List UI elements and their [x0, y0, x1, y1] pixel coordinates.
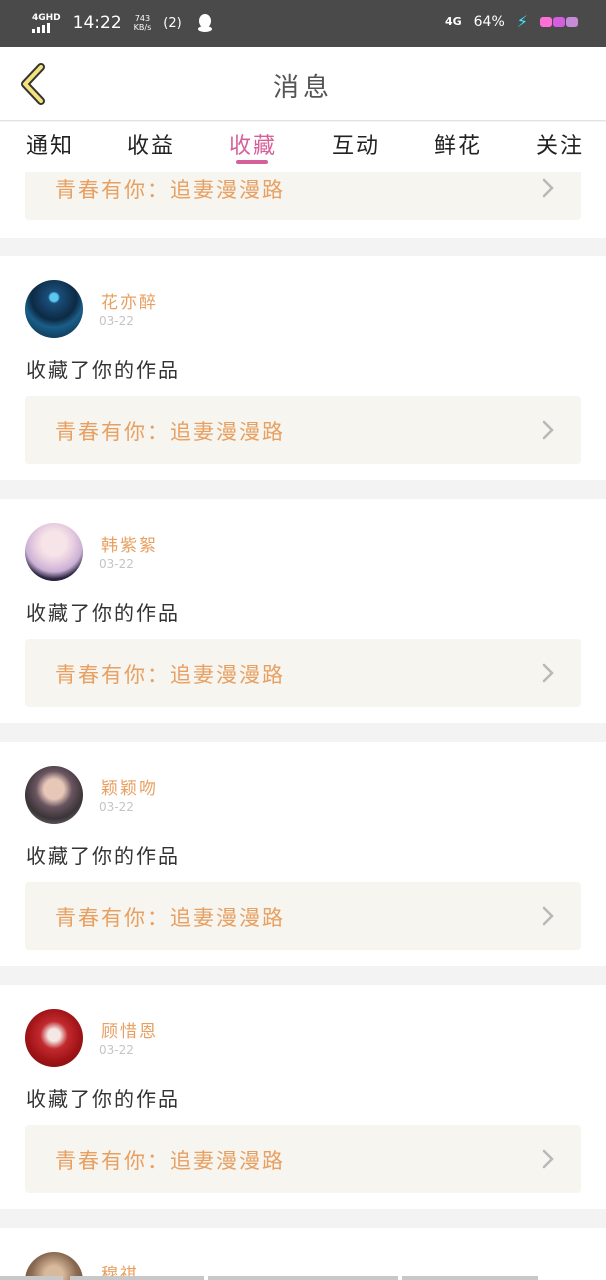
- top-app-bar: 消息: [0, 47, 606, 121]
- work-title: 青春有你：追妻漫漫路: [55, 663, 285, 687]
- work-title: 青春有你：追妻漫漫路: [55, 178, 285, 202]
- work-title: 青春有你：追妻漫漫路: [55, 1149, 285, 1173]
- action-text: 收藏了你的作品: [26, 844, 180, 868]
- nav-hint-bar: [208, 1276, 398, 1280]
- message-date: 03-22: [99, 1043, 134, 1057]
- tab-follows[interactable]: 关注: [536, 128, 584, 160]
- tab-flowers[interactable]: 鲜花: [434, 128, 482, 160]
- network-speed: 743 KB/s: [134, 14, 152, 32]
- battery-level: 64%: [473, 13, 505, 30]
- work-link[interactable]: 青春有你：追妻漫漫路: [25, 639, 581, 707]
- message-date: 03-22: [99, 557, 134, 571]
- tab-favorites[interactable]: 收藏: [229, 128, 277, 160]
- message-card: 顾惜恩 03-22 收藏了你的作品 青春有你：追妻漫漫路: [0, 985, 606, 1209]
- message-card-partial: 穆祺: [0, 1228, 606, 1280]
- action-text: 收藏了你的作品: [26, 1087, 180, 1111]
- chevron-right-icon: [542, 420, 554, 440]
- chevron-right-icon: [542, 906, 554, 926]
- avatar[interactable]: [25, 1009, 83, 1067]
- chevron-right-icon: [542, 178, 554, 198]
- message-card: 韩紫絮 03-22 收藏了你的作品 青春有你：追妻漫漫路: [0, 499, 606, 723]
- status-left: 4GHD 14:22 743 KB/s (2): [32, 12, 216, 34]
- user-name[interactable]: 顾惜恩: [101, 1017, 158, 1042]
- tab-earnings[interactable]: 收益: [127, 128, 175, 160]
- tab-interactions[interactable]: 互动: [332, 128, 380, 160]
- avatar[interactable]: [25, 766, 83, 824]
- avatar[interactable]: [25, 523, 83, 581]
- user-name[interactable]: 韩紫絮: [101, 531, 158, 556]
- user-name[interactable]: 花亦醉: [101, 288, 158, 313]
- avatar[interactable]: [25, 280, 83, 338]
- action-text: 收藏了你的作品: [26, 601, 180, 625]
- network-type: 4GHD: [32, 13, 61, 23]
- speed-value: 743: [134, 14, 151, 23]
- work-link[interactable]: 青春有你：追妻漫漫路: [25, 396, 581, 464]
- action-text: 收藏了你的作品: [26, 358, 180, 382]
- speed-unit: KB/s: [133, 23, 152, 32]
- status-right: 4G 64% ⚡: [445, 12, 578, 31]
- qq-penguin-icon: [194, 12, 216, 34]
- chevron-right-icon: [542, 1149, 554, 1169]
- message-card: 花亦醉 03-22 收藏了你的作品 青春有你：追妻漫漫路: [0, 256, 606, 480]
- theme-decoration-icon: [540, 16, 578, 27]
- nav-hint-bar: [402, 1276, 538, 1280]
- page-title: 消息: [272, 73, 333, 103]
- cell-signal: 4GHD: [32, 13, 61, 33]
- status-bar: 4GHD 14:22 743 KB/s (2) 4G 64% ⚡: [0, 0, 606, 47]
- nav-hint-bar: [70, 1276, 204, 1280]
- signal-bars-icon: [32, 23, 50, 33]
- message-date: 03-22: [99, 314, 134, 328]
- work-title: 青春有你：追妻漫漫路: [55, 906, 285, 930]
- message-card: 颖颖吻 03-22 收藏了你的作品 青春有你：追妻漫漫路: [0, 742, 606, 966]
- status-time: 14:22: [72, 13, 122, 33]
- message-card-partial: 青春有你：追妻漫漫路: [0, 172, 606, 238]
- mobile-data-indicator: 4G: [444, 15, 462, 28]
- work-link[interactable]: 青春有你：追妻漫漫路: [25, 172, 581, 220]
- work-link[interactable]: 青春有你：追妻漫漫路: [25, 882, 581, 950]
- work-link[interactable]: 青春有你：追妻漫漫路: [25, 1125, 581, 1193]
- user-name[interactable]: 颖颖吻: [101, 774, 158, 799]
- work-title: 青春有你：追妻漫漫路: [55, 420, 285, 444]
- tab-notifications[interactable]: 通知: [26, 128, 74, 160]
- chevron-right-icon: [542, 663, 554, 683]
- category-tabs: 通知 收益 收藏 互动 鲜花 关注: [0, 122, 606, 172]
- lightning-icon: ⚡: [516, 12, 528, 31]
- hotspot-icon: (2): [163, 15, 182, 31]
- active-tab-indicator: [236, 160, 268, 164]
- nav-hint-bar: [0, 1276, 63, 1280]
- message-date: 03-22: [99, 800, 134, 814]
